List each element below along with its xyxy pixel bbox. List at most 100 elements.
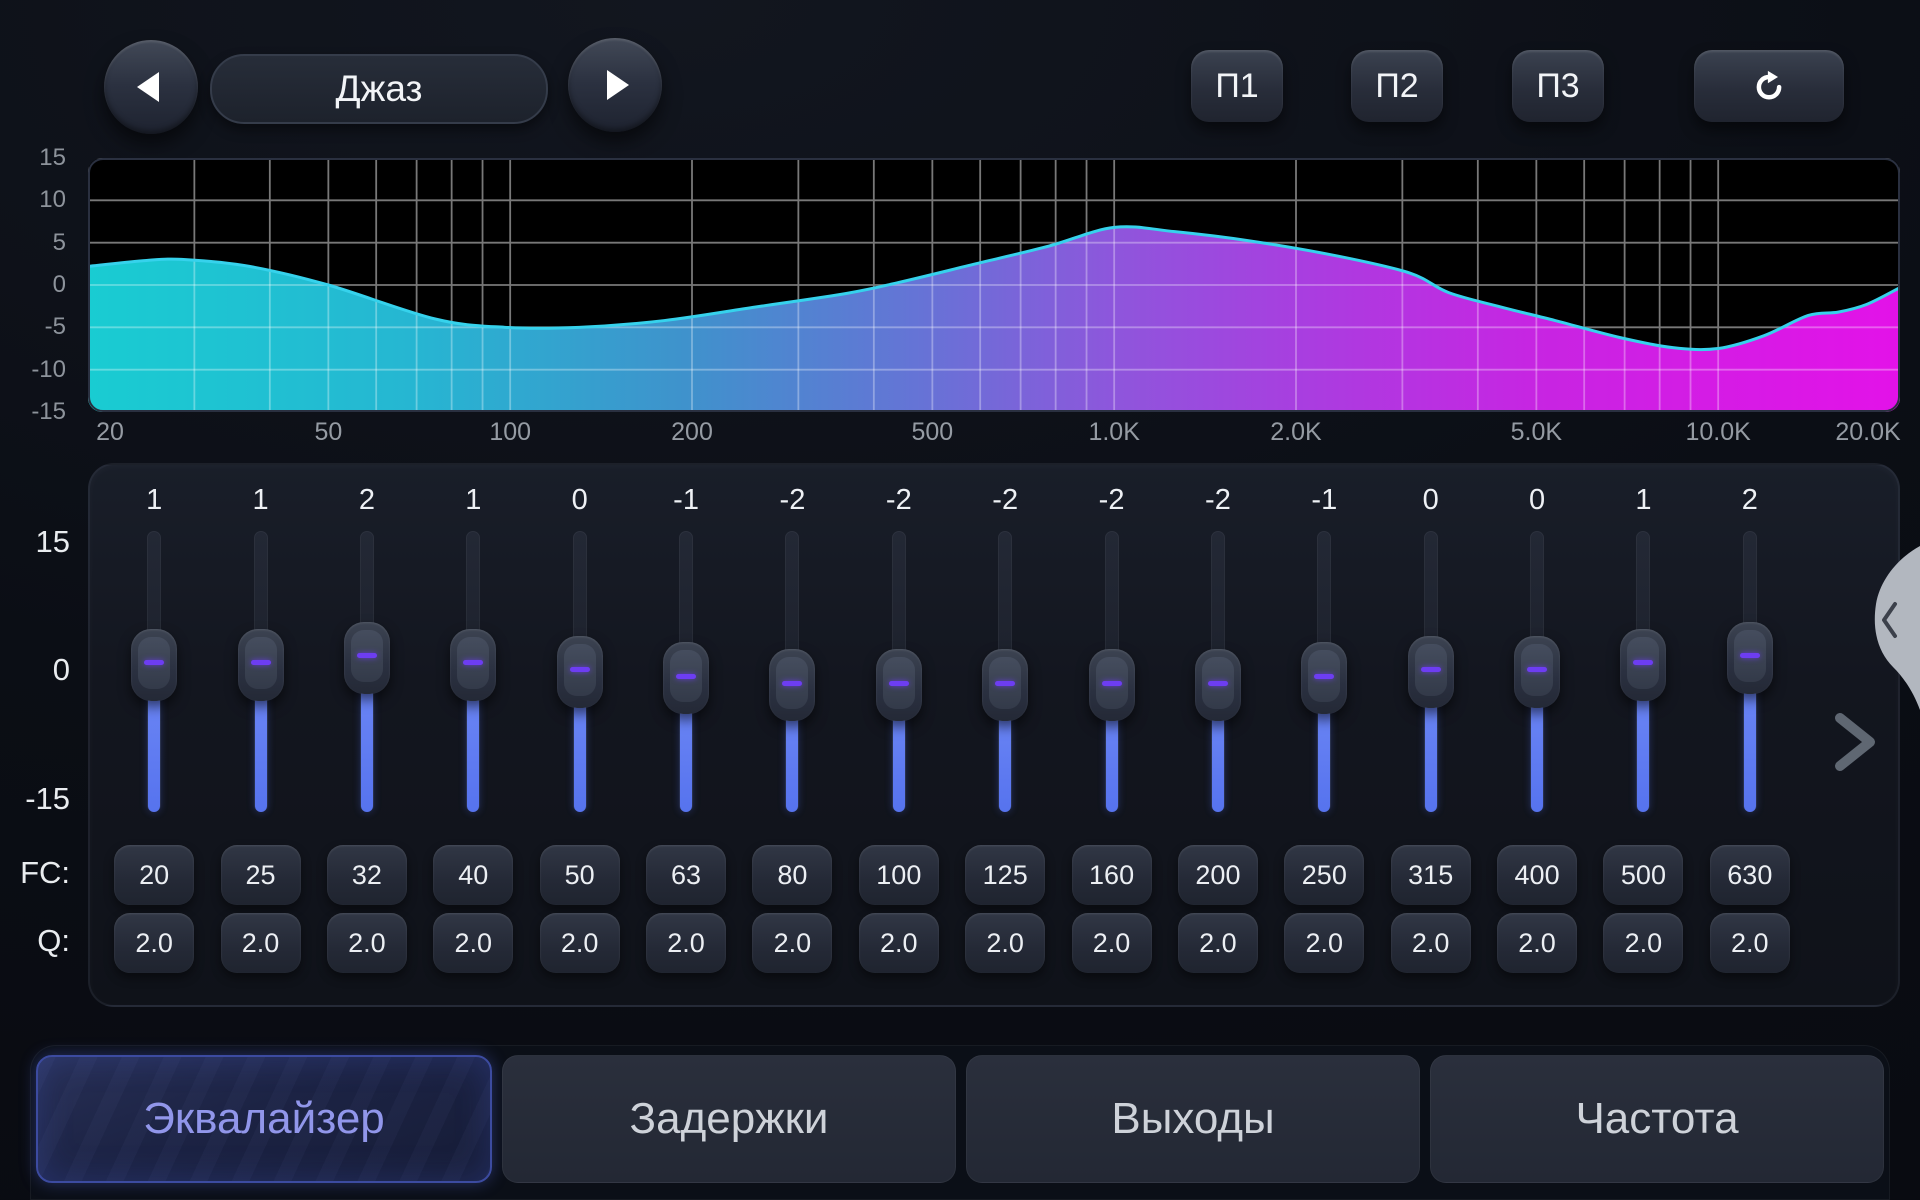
band-8-fc-button[interactable]: 100 bbox=[859, 845, 939, 905]
reset-eq-button[interactable] bbox=[1694, 50, 1844, 122]
memory-preset-1-button[interactable]: П1 bbox=[1191, 50, 1283, 122]
slider-thumb[interactable] bbox=[982, 649, 1028, 721]
band-13-gain-value: 0 bbox=[1378, 479, 1484, 521]
slider-thumb-dash bbox=[463, 660, 483, 665]
slider-thumb[interactable] bbox=[1620, 629, 1666, 701]
band-11-fc-button[interactable]: 200 bbox=[1178, 845, 1258, 905]
band-4-q-button[interactable]: 2.0 bbox=[433, 913, 513, 973]
preset-prev-button[interactable] bbox=[104, 40, 198, 134]
band-10-gain-slider[interactable] bbox=[1058, 531, 1164, 812]
memory-preset-3-button[interactable]: П3 bbox=[1512, 50, 1604, 122]
band-4-fc-button[interactable]: 40 bbox=[433, 845, 513, 905]
band-16-gain-slider[interactable] bbox=[1697, 531, 1803, 812]
expand-bands-button[interactable] bbox=[1830, 710, 1882, 776]
band-3-q-button[interactable]: 2.0 bbox=[327, 913, 407, 973]
slider-thumb[interactable] bbox=[1089, 649, 1135, 721]
band-10-q-button[interactable]: 2.0 bbox=[1072, 913, 1152, 973]
band-8-q-button[interactable]: 2.0 bbox=[859, 913, 939, 973]
band-5-gain-slider[interactable] bbox=[527, 531, 633, 812]
slider-thumb[interactable] bbox=[1514, 636, 1560, 708]
band-8-gain-slider[interactable] bbox=[846, 531, 952, 812]
tab-delays[interactable]: Задержки bbox=[502, 1055, 956, 1183]
band-9-q-button[interactable]: 2.0 bbox=[965, 913, 1045, 973]
slider-thumb-inner bbox=[1096, 657, 1128, 709]
band-6-fc-button[interactable]: 63 bbox=[646, 845, 726, 905]
band-4-gain-slider[interactable] bbox=[420, 531, 526, 812]
band-6-gain-slider[interactable] bbox=[633, 531, 739, 812]
band-16-fc-button[interactable]: 630 bbox=[1710, 845, 1790, 905]
band-1-q-button[interactable]: 2.0 bbox=[114, 913, 194, 973]
slider-thumb-dash bbox=[676, 674, 696, 679]
slider-thumb-inner bbox=[564, 644, 596, 696]
q-row-label: Q: bbox=[0, 920, 70, 962]
band-12-fc-button[interactable]: 250 bbox=[1284, 845, 1364, 905]
band-5-fc-button[interactable]: 50 bbox=[540, 845, 620, 905]
band-13-fc-button[interactable]: 315 bbox=[1391, 845, 1471, 905]
equalizer-screen: Джаз П1 П2 П3 151050-5-10-15 20501002005… bbox=[0, 0, 1920, 1200]
slider-thumb-dash bbox=[251, 660, 271, 665]
band-3-gain-slider[interactable] bbox=[314, 531, 420, 812]
band-15-q-button[interactable]: 2.0 bbox=[1603, 913, 1683, 973]
band-7-q-button[interactable]: 2.0 bbox=[752, 913, 832, 973]
y-tick-label: 0 bbox=[0, 271, 66, 299]
band-2-fc-button[interactable]: 25 bbox=[221, 845, 301, 905]
band-12-q-button[interactable]: 2.0 bbox=[1284, 913, 1364, 973]
slider-thumb[interactable] bbox=[663, 642, 709, 714]
left-arrow-icon bbox=[129, 65, 173, 109]
slider-thumb[interactable] bbox=[344, 622, 390, 694]
slider-thumb[interactable] bbox=[1301, 642, 1347, 714]
band-16-q-button[interactable]: 2.0 bbox=[1710, 913, 1790, 973]
band-14-q-button[interactable]: 2.0 bbox=[1497, 913, 1577, 973]
band-13-q-button[interactable]: 2.0 bbox=[1391, 913, 1471, 973]
slider-thumb[interactable] bbox=[1408, 636, 1454, 708]
band-2-q-button[interactable]: 2.0 bbox=[221, 913, 301, 973]
band-15-gain-slider[interactable] bbox=[1590, 531, 1696, 812]
band-5-q-button[interactable]: 2.0 bbox=[540, 913, 620, 973]
slider-thumb[interactable] bbox=[450, 629, 496, 701]
band-7-gain-slider[interactable] bbox=[739, 531, 845, 812]
y-tick-label: -5 bbox=[0, 313, 66, 341]
band-7-fc-button[interactable]: 80 bbox=[752, 845, 832, 905]
band-9-fc-button[interactable]: 125 bbox=[965, 845, 1045, 905]
band-6-q-button[interactable]: 2.0 bbox=[646, 913, 726, 973]
side-panel-handle[interactable] bbox=[1860, 546, 1920, 712]
band-11-q-button[interactable]: 2.0 bbox=[1178, 913, 1258, 973]
band-1-fc-button[interactable]: 20 bbox=[114, 845, 194, 905]
x-tick-label: 10.0K bbox=[1686, 418, 1751, 447]
slider-thumb[interactable] bbox=[131, 629, 177, 701]
tab-outputs[interactable]: Выходы bbox=[966, 1055, 1420, 1183]
band-1-gain-value: 1 bbox=[101, 479, 207, 521]
band-14-gain-slider[interactable] bbox=[1484, 531, 1590, 812]
band-13-gain-slider[interactable] bbox=[1378, 531, 1484, 812]
band-11-gain-slider[interactable] bbox=[1165, 531, 1271, 812]
band-14-fc-button[interactable]: 400 bbox=[1497, 845, 1577, 905]
slider-thumb[interactable] bbox=[238, 629, 284, 701]
slider-thumb[interactable] bbox=[1727, 622, 1773, 694]
slider-thumb[interactable] bbox=[557, 636, 603, 708]
tab-equalizer[interactable]: Эквалайзер bbox=[36, 1055, 492, 1183]
band-9-gain-value: -2 bbox=[952, 479, 1058, 521]
memory-preset-2-button[interactable]: П2 bbox=[1351, 50, 1443, 122]
slider-thumb[interactable] bbox=[769, 649, 815, 721]
x-tick-label: 20.0K bbox=[1835, 418, 1900, 447]
bottom-tab-bar: ЭквалайзерЗадержкиВыходыЧастота bbox=[30, 1045, 1890, 1200]
slider-thumb[interactable] bbox=[1195, 649, 1241, 721]
band-10-fc-button[interactable]: 160 bbox=[1072, 845, 1152, 905]
band-12-gain-slider[interactable] bbox=[1271, 531, 1377, 812]
band-9-gain-slider[interactable] bbox=[952, 531, 1058, 812]
slider-thumb-dash bbox=[782, 681, 802, 686]
band-1-gain-slider[interactable] bbox=[101, 531, 207, 812]
slider-thumb-inner bbox=[1415, 644, 1447, 696]
preset-name[interactable]: Джаз bbox=[210, 54, 548, 124]
x-tick-label: 20 bbox=[96, 418, 124, 447]
preset-next-button[interactable] bbox=[568, 38, 662, 132]
band-2-gain-slider[interactable] bbox=[207, 531, 313, 812]
tab-crossover[interactable]: Частота bbox=[1430, 1055, 1884, 1183]
band-3-fc-button[interactable]: 32 bbox=[327, 845, 407, 905]
slider-thumb-inner bbox=[1521, 644, 1553, 696]
band-7-gain-value: -2 bbox=[739, 479, 845, 521]
band-6-gain-value: -1 bbox=[633, 479, 739, 521]
band-3-gain-value: 2 bbox=[314, 479, 420, 521]
band-15-fc-button[interactable]: 500 bbox=[1603, 845, 1683, 905]
slider-thumb[interactable] bbox=[876, 649, 922, 721]
